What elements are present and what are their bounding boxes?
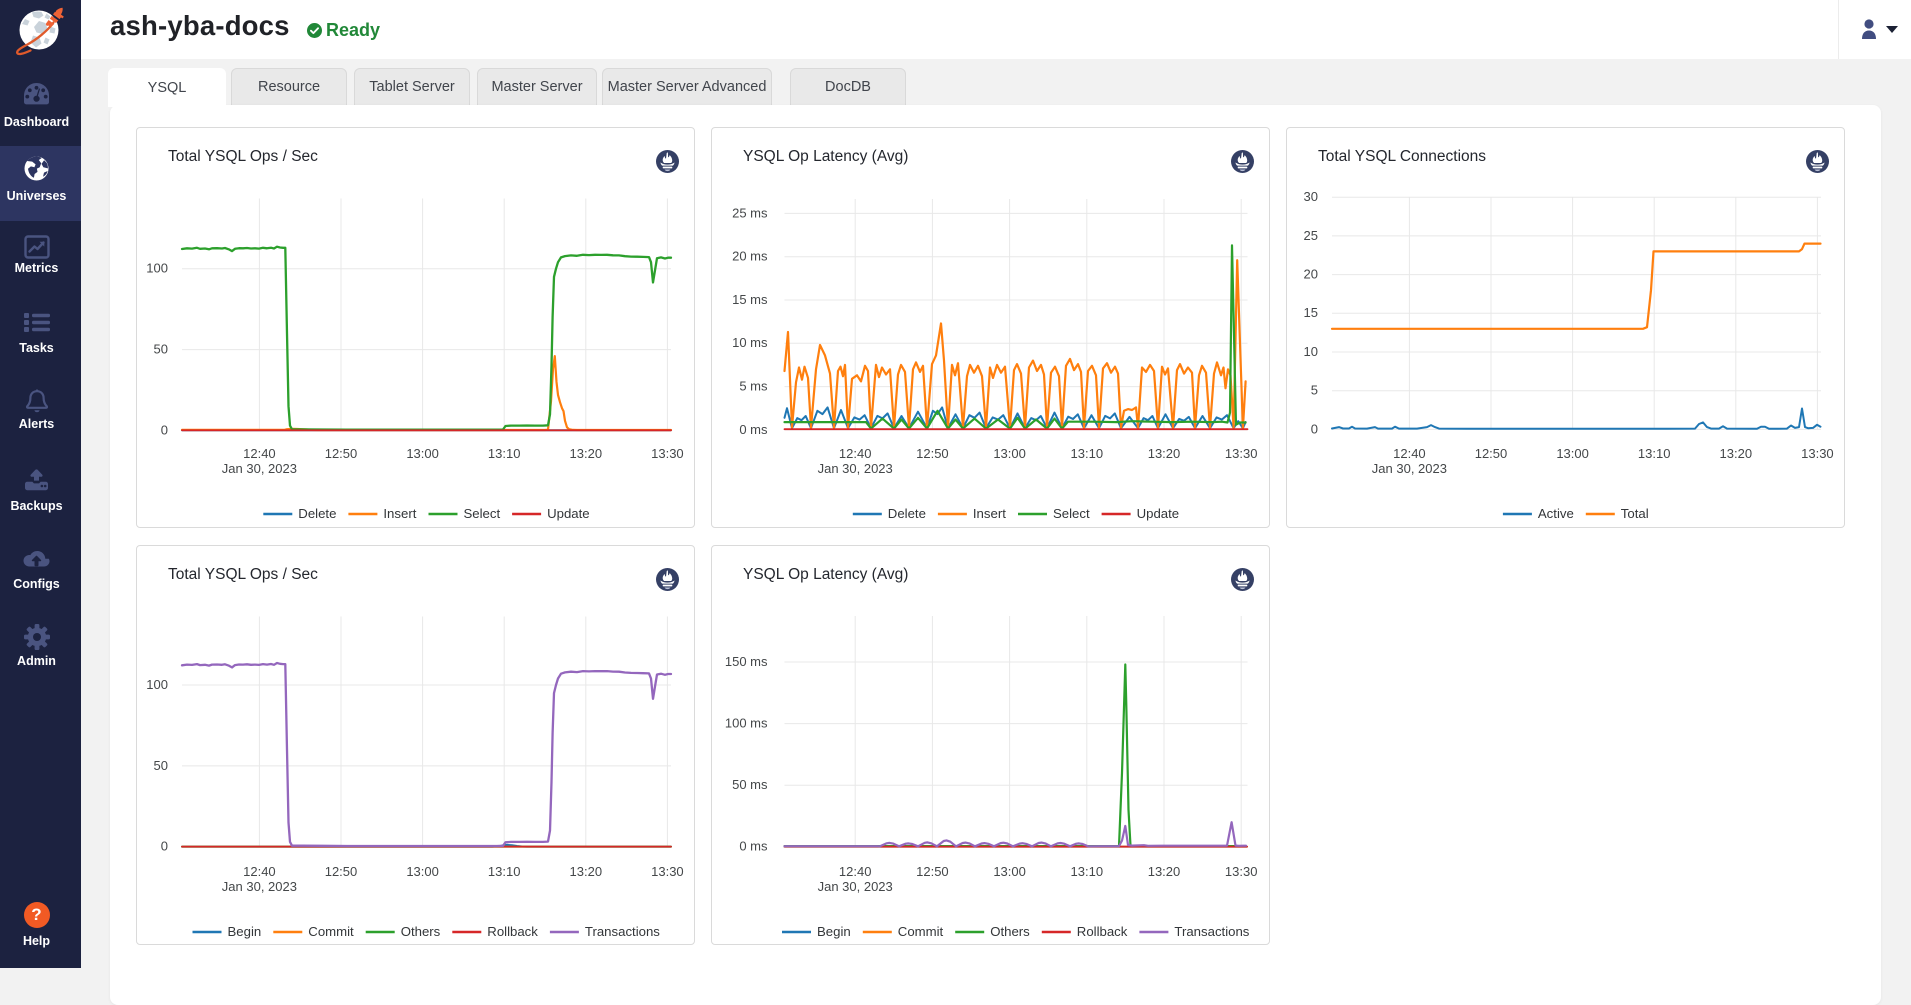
svg-text:10 ms: 10 ms — [732, 335, 768, 350]
svg-text:13:20: 13:20 — [570, 864, 603, 879]
svg-text:13:30: 13:30 — [1801, 446, 1834, 461]
svg-text:25 ms: 25 ms — [732, 205, 768, 220]
svg-text:13:20: 13:20 — [1720, 446, 1753, 461]
svg-text:13:10: 13:10 — [1071, 446, 1104, 461]
svg-text:100: 100 — [146, 261, 168, 276]
svg-text:Jan 30, 2023: Jan 30, 2023 — [222, 879, 297, 894]
svg-text:13:30: 13:30 — [1225, 446, 1258, 461]
svg-text:13:10: 13:10 — [1638, 446, 1671, 461]
svg-text:13:20: 13:20 — [1148, 864, 1181, 879]
svg-text:0 ms: 0 ms — [739, 839, 768, 854]
svg-text:12:40: 12:40 — [243, 446, 276, 461]
svg-text:Update: Update — [547, 506, 590, 521]
svg-text:Select: Select — [1053, 506, 1090, 521]
svg-text:Jan 30, 2023: Jan 30, 2023 — [222, 461, 297, 476]
svg-text:13:00: 13:00 — [993, 864, 1026, 879]
svg-text:20 ms: 20 ms — [732, 249, 768, 264]
svg-text:0: 0 — [161, 839, 168, 854]
svg-text:150 ms: 150 ms — [725, 654, 768, 669]
svg-text:Rollback: Rollback — [1077, 924, 1128, 939]
svg-text:13:10: 13:10 — [488, 864, 521, 879]
svg-text:Begin: Begin — [228, 924, 262, 939]
svg-text:Commit: Commit — [898, 924, 944, 939]
svg-text:12:50: 12:50 — [325, 446, 358, 461]
svg-text:12:50: 12:50 — [916, 864, 949, 879]
svg-text:12:40: 12:40 — [1393, 446, 1426, 461]
svg-text:Active: Active — [1538, 506, 1574, 521]
svg-text:50: 50 — [154, 342, 168, 357]
svg-text:15: 15 — [1304, 305, 1318, 320]
svg-text:Others: Others — [990, 924, 1030, 939]
svg-text:5 ms: 5 ms — [739, 379, 768, 394]
svg-text:Transactions: Transactions — [1174, 924, 1249, 939]
svg-text:Others: Others — [401, 924, 441, 939]
svg-text:0: 0 — [161, 422, 168, 437]
svg-text:12:40: 12:40 — [839, 446, 872, 461]
svg-text:Transactions: Transactions — [585, 924, 660, 939]
svg-text:15 ms: 15 ms — [732, 292, 768, 307]
svg-text:25: 25 — [1304, 228, 1318, 243]
svg-text:12:40: 12:40 — [243, 864, 276, 879]
svg-text:50: 50 — [154, 758, 168, 773]
svg-text:13:00: 13:00 — [993, 446, 1026, 461]
svg-text:13:30: 13:30 — [651, 446, 684, 461]
svg-text:Rollback: Rollback — [487, 924, 538, 939]
svg-text:Insert: Insert — [973, 506, 1006, 521]
svg-text:5: 5 — [1311, 383, 1318, 398]
svg-text:13:10: 13:10 — [488, 446, 521, 461]
svg-text:100: 100 — [146, 677, 168, 692]
svg-text:13:00: 13:00 — [406, 446, 439, 461]
svg-text:Update: Update — [1137, 506, 1180, 521]
svg-text:13:30: 13:30 — [651, 864, 684, 879]
svg-text:13:20: 13:20 — [1148, 446, 1181, 461]
svg-text:Commit: Commit — [308, 924, 354, 939]
svg-text:12:40: 12:40 — [839, 864, 872, 879]
svg-text:13:30: 13:30 — [1225, 864, 1258, 879]
svg-text:Begin: Begin — [817, 924, 851, 939]
svg-text:Delete: Delete — [298, 506, 336, 521]
svg-text:13:00: 13:00 — [406, 864, 439, 879]
svg-text:10: 10 — [1304, 344, 1318, 359]
svg-text:100 ms: 100 ms — [725, 716, 768, 731]
svg-text:0: 0 — [1311, 421, 1318, 436]
svg-text:13:00: 13:00 — [1556, 446, 1589, 461]
svg-text:30: 30 — [1304, 189, 1318, 204]
svg-text:12:50: 12:50 — [325, 864, 358, 879]
svg-text:Insert: Insert — [383, 506, 416, 521]
svg-text:Jan 30, 2023: Jan 30, 2023 — [818, 461, 893, 476]
svg-text:Total: Total — [1621, 506, 1649, 521]
svg-text:20: 20 — [1304, 267, 1318, 282]
svg-text:Delete: Delete — [888, 506, 926, 521]
svg-text:12:50: 12:50 — [1475, 446, 1508, 461]
svg-text:50 ms: 50 ms — [732, 777, 768, 792]
svg-text:0 ms: 0 ms — [739, 422, 768, 437]
svg-text:12:50: 12:50 — [916, 446, 949, 461]
svg-text:Select: Select — [464, 506, 501, 521]
svg-text:Jan 30, 2023: Jan 30, 2023 — [818, 879, 893, 894]
svg-text:13:10: 13:10 — [1071, 864, 1104, 879]
svg-text:Jan 30, 2023: Jan 30, 2023 — [1372, 461, 1447, 476]
svg-text:13:20: 13:20 — [570, 446, 603, 461]
